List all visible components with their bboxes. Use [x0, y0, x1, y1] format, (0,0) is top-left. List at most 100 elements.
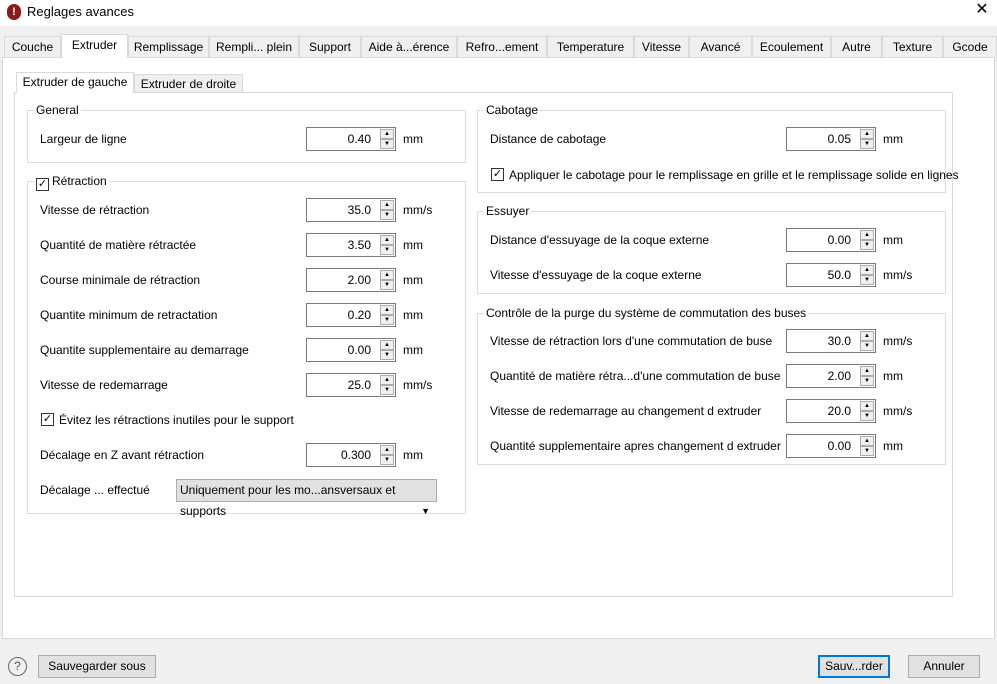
spin-up-icon[interactable]: ▲ — [380, 340, 394, 350]
spin-down-icon[interactable]: ▼ — [860, 411, 874, 421]
tab-11[interactable]: Autre — [831, 36, 882, 58]
tab-5[interactable]: Aide à...érence — [361, 36, 457, 58]
spin-down-icon[interactable]: ▼ — [380, 280, 394, 290]
unit-label: mm — [883, 439, 903, 453]
spinbox-input[interactable]: 30.0 ▲ ▼ — [786, 329, 876, 353]
spinbox-input[interactable]: 0.00 ▲ ▼ — [786, 228, 876, 252]
tab-8[interactable]: Vitesse — [634, 36, 689, 58]
spin-down-icon[interactable]: ▼ — [860, 341, 874, 351]
spinbox-value: 50.0 — [827, 268, 851, 282]
tab-6[interactable]: Refro...ement — [457, 36, 547, 58]
tab-0[interactable]: Couche — [4, 36, 61, 58]
tab-12[interactable]: Texture — [882, 36, 943, 58]
spin-down-icon[interactable]: ▼ — [860, 240, 874, 250]
spin-down-icon[interactable]: ▼ — [860, 376, 874, 386]
spinbox-value: 0.00 — [827, 439, 851, 453]
spinbox-input[interactable]: 0.40 ▲ ▼ — [306, 127, 396, 151]
help-icon[interactable]: ? — [8, 657, 27, 676]
spin-up-icon[interactable]: ▲ — [380, 129, 394, 139]
spin-up-icon[interactable]: ▲ — [380, 305, 394, 315]
cancel-button[interactable]: Annuler — [908, 655, 980, 678]
spin-down-icon[interactable]: ▼ — [380, 245, 394, 255]
spin-down-icon[interactable]: ▼ — [380, 385, 394, 395]
spinbox-value: 3.50 — [347, 238, 371, 252]
spinbox-input[interactable]: 2.00 ▲ ▼ — [786, 364, 876, 388]
save-as-button[interactable]: Sauvegarder sous — [38, 655, 156, 678]
unit-label: mm — [403, 273, 423, 287]
unit-label: mm/s — [883, 268, 913, 282]
spin-down-icon[interactable]: ▼ — [380, 350, 394, 360]
field-label: Vitesse de rétraction lors d'une commuta… — [490, 334, 773, 348]
spin-up-icon[interactable]: ▲ — [860, 401, 874, 411]
close-icon[interactable]: ✕ — [970, 0, 994, 20]
field-label: Distance de cabotage — [490, 132, 607, 146]
title-bar: ! Reglages avances ✕ — [0, 0, 997, 26]
spinbox-input[interactable]: 3.50 ▲ ▼ — [306, 233, 396, 257]
field-label: Vitesse de redemarrage au changement d e… — [490, 404, 762, 418]
spinbox-value: 0.05 — [827, 132, 851, 146]
spinbox-value: 2.00 — [347, 273, 371, 287]
spinbox-input[interactable]: 25.0 ▲ ▼ — [306, 373, 396, 397]
spinbox-input[interactable]: 0.300 ▲ ▼ — [306, 443, 396, 467]
spin-down-icon[interactable]: ▼ — [860, 275, 874, 285]
tab-1[interactable]: Extruder — [61, 34, 128, 58]
window-title: Reglages avances — [27, 4, 134, 19]
apply-cabotage-checkbox[interactable]: ✓ — [491, 168, 504, 181]
retraction-checkbox[interactable]: ✓ — [36, 178, 49, 191]
field-label: Quantité de matière rétractée — [40, 238, 197, 252]
avoid-retraction-checkbox[interactable]: ✓ — [41, 413, 54, 426]
spin-down-icon[interactable]: ▼ — [380, 210, 394, 220]
unit-label: mm/s — [883, 404, 913, 418]
tab-2[interactable]: Remplissage — [128, 36, 209, 58]
zhop-mode-dropdown[interactable]: Uniquement pour les mo...ansversaux et s… — [176, 479, 437, 518]
tab-7[interactable]: Temperature — [547, 36, 634, 58]
unit-label: mm — [403, 238, 423, 252]
tab-13[interactable]: Gcode — [943, 36, 997, 58]
tab-3[interactable]: Rempli... plein — [209, 36, 299, 58]
spin-down-icon[interactable]: ▼ — [860, 446, 874, 456]
save-button[interactable]: Sauv...rder — [818, 655, 890, 678]
spinbox-input[interactable]: 20.0 ▲ ▼ — [786, 399, 876, 423]
spinbox-input[interactable]: 50.0 ▲ ▼ — [786, 263, 876, 287]
spin-down-icon[interactable]: ▼ — [380, 139, 394, 149]
spin-up-icon[interactable]: ▲ — [860, 265, 874, 275]
tab-9[interactable]: Avancé — [689, 36, 752, 58]
unit-label: mm — [883, 233, 903, 247]
spinbox-value: 20.0 — [827, 404, 851, 418]
spinbox-value: 35.0 — [347, 203, 371, 217]
spin-up-icon[interactable]: ▲ — [860, 230, 874, 240]
spinbox-input[interactable]: 2.00 ▲ ▼ — [306, 268, 396, 292]
spinbox-input[interactable]: 0.00 ▲ ▼ — [306, 338, 396, 362]
spin-down-icon[interactable]: ▼ — [380, 455, 394, 465]
spin-down-icon[interactable]: ▼ — [380, 315, 394, 325]
subtab-0[interactable]: Extruder de gauche — [16, 72, 134, 93]
spinbox-value: 0.40 — [347, 132, 371, 146]
spin-up-icon[interactable]: ▲ — [860, 436, 874, 446]
tab-4[interactable]: Support — [299, 36, 361, 58]
spin-up-icon[interactable]: ▲ — [380, 200, 394, 210]
field-label: Course minimale de rétraction — [40, 273, 201, 287]
spinbox-value: 0.300 — [340, 448, 371, 462]
spin-up-icon[interactable]: ▲ — [380, 270, 394, 280]
spin-up-icon[interactable]: ▲ — [380, 375, 394, 385]
spinbox-input[interactable]: 0.00 ▲ ▼ — [786, 434, 876, 458]
field-label: Vitesse de rétraction — [40, 203, 150, 217]
spin-up-icon[interactable]: ▲ — [860, 366, 874, 376]
subtab-1[interactable]: Extruder de droite — [134, 74, 243, 93]
spin-up-icon[interactable]: ▲ — [860, 129, 874, 139]
spinbox-input[interactable]: 0.05 ▲ ▼ — [786, 127, 876, 151]
spinbox-value: 0.20 — [347, 308, 371, 322]
tab-10[interactable]: Ecoulement — [752, 36, 831, 58]
general-title: General — [36, 103, 79, 117]
unit-label: mm/s — [403, 203, 433, 217]
spin-down-icon[interactable]: ▼ — [860, 139, 874, 149]
field-label: Quantité supplementaire apres changement… — [490, 439, 781, 453]
spin-up-icon[interactable]: ▲ — [380, 445, 394, 455]
spinbox-input[interactable]: 35.0 ▲ ▼ — [306, 198, 396, 222]
retraction-title: Rétraction — [52, 174, 107, 188]
unit-label: mm/s — [883, 334, 913, 348]
spin-up-icon[interactable]: ▲ — [860, 331, 874, 341]
field-label: Distance d'essuyage de la coque externe — [490, 233, 710, 247]
spinbox-input[interactable]: 0.20 ▲ ▼ — [306, 303, 396, 327]
spin-up-icon[interactable]: ▲ — [380, 235, 394, 245]
